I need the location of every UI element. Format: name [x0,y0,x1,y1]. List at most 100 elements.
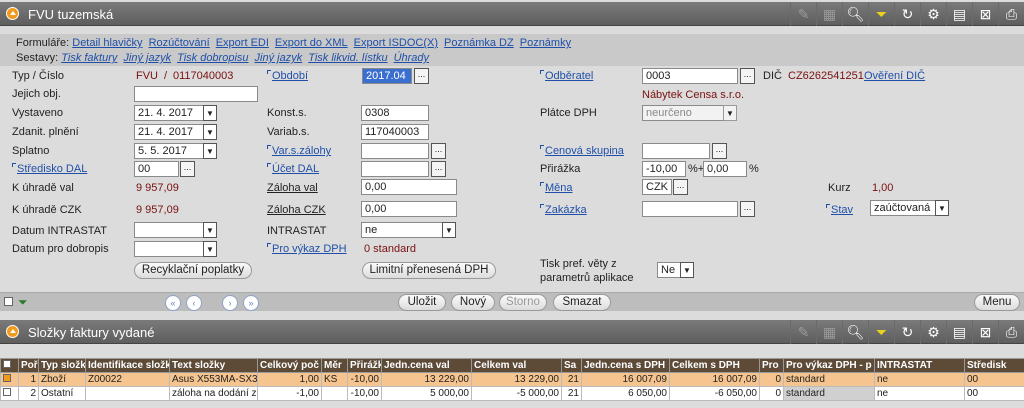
col-header[interactable]: Přirážk [347,358,382,373]
col-header[interactable]: Celkový poč [257,358,322,373]
zaloha-czk-label[interactable]: Záloha CZK [267,204,326,216]
splatno-dropdown[interactable]: ▼ [203,143,217,159]
ulozit-button[interactable]: Uložit [398,294,446,311]
prirazka2-input[interactable]: 0,00 [703,161,747,177]
link-export-xml[interactable]: Export do XML [275,37,348,49]
menu-button[interactable]: Menu [974,294,1020,311]
vystaveno-input[interactable]: 21. 4. 2017 [134,105,204,121]
zdanit-dropdown[interactable]: ▼ [203,124,217,140]
varib-input[interactable]: 117040003 [361,124,429,140]
first-record-button[interactable]: « [165,295,181,311]
col-header[interactable]: Sa [561,358,582,373]
odberatel-label[interactable]: Odběratel [540,70,593,82]
link-uhrady[interactable]: Úhrady [394,52,429,64]
splatno-input[interactable]: 5. 5. 2017 [134,143,204,159]
row-select[interactable] [0,386,19,401]
link-jiny-jazyk-2[interactable]: Jiný jazyk [255,52,303,64]
dobropis-dropdown[interactable]: ▼ [203,241,217,257]
recyklacni-button[interactable]: Recyklační poplatky [134,262,252,279]
items-filter-icon[interactable]: ⏷ [868,320,894,344]
konst-input[interactable]: 0308 [361,105,429,121]
link-jiny-jazyk-1[interactable]: Jiný jazyk [123,52,171,64]
excel-icon[interactable]: ⊠ [972,2,998,26]
table-row[interactable]: 1 Zboží Z00022 Asus X553MA-SX37 1,00 KS … [0,372,1024,387]
search-icon[interactable]: 🔍︎ [842,2,868,26]
items-excel-icon[interactable]: ⊠ [972,320,998,344]
novy-button[interactable]: Nový [451,294,495,311]
varzal-input[interactable] [361,143,429,159]
items-collapse-icon[interactable] [6,325,19,338]
zaloha-czk-input[interactable]: 0,00 [361,201,457,217]
odberatel-input[interactable]: 0003 [642,68,738,84]
cenova-input[interactable] [642,143,710,159]
varzal-browse-button[interactable]: ... [431,143,446,159]
table-row[interactable]: 2 Ostatní záloha na dodání zb -1,00 -10,… [0,386,1024,401]
platce-dropdown[interactable]: ▼ [723,105,737,121]
col-header[interactable]: Pro výkaz DPH - p [783,358,875,373]
stredisko-browse-button[interactable]: ... [180,161,195,177]
prirazka-input[interactable]: -10,00 [642,161,686,177]
stredisko-label[interactable]: Středisko DAL [12,163,87,175]
items-print-icon[interactable]: ⎙ [998,320,1024,344]
col-header[interactable]: Text složky [169,358,258,373]
dobropis-input[interactable] [134,241,204,257]
intrastat-dropdown[interactable]: ▼ [442,222,456,238]
link-export-edi[interactable]: Export EDI [216,37,269,49]
next-record-button[interactable]: › [222,295,238,311]
settings-icon[interactable]: ⚙ [920,2,946,26]
items-document-icon[interactable]: ▤ [946,320,972,344]
select-checkbox[interactable] [4,297,13,306]
zaloha-val-input[interactable]: 0,00 [361,179,457,195]
filter-check-icon[interactable]: ⏷ [18,295,28,310]
col-header[interactable]: Měr [321,358,348,373]
stav-select[interactable]: zaúčtovaná [870,200,936,216]
header-select[interactable] [0,358,19,373]
edit-icon[interactable]: ✎ [790,2,816,26]
cenova-browse-button[interactable]: ... [712,143,727,159]
col-header[interactable]: INTRASTAT [874,358,965,373]
tisk-dropdown[interactable]: ▼ [680,262,694,278]
overeni-dic-link[interactable]: Ověření DIČ [864,70,925,82]
col-header[interactable]: Pro [759,358,784,373]
collapse-icon[interactable] [6,7,19,20]
items-settings-icon[interactable]: ⚙ [920,320,946,344]
document-icon[interactable]: ▤ [946,2,972,26]
col-header[interactable]: Identifikace složk [85,358,170,373]
col-header[interactable]: Celkem val [471,358,562,373]
ucet-browse-button[interactable]: ... [431,161,446,177]
mena-input[interactable]: CZK [642,179,672,195]
cenova-label[interactable]: Cenová skupina [540,145,624,157]
filter-icon[interactable]: ⏷ [868,2,894,26]
mena-label[interactable]: Měna [540,182,573,194]
link-tisk-faktury[interactable]: Tisk faktury [61,52,117,64]
items-edit-icon[interactable]: ✎ [790,320,816,344]
refresh-icon[interactable]: ↻ [894,2,920,26]
link-detail-hlavicky[interactable]: Detail hlavičky [72,37,142,49]
obdobi-browse-button[interactable]: ... [414,68,429,84]
link-tisk-likvid[interactable]: Tisk likvid. lístku [308,52,387,64]
col-header[interactable]: Poř [18,358,39,373]
col-header[interactable]: Jedn.cena s DPH [581,358,670,373]
stav-dropdown[interactable]: ▼ [935,200,949,216]
prev-record-button[interactable]: ‹ [186,295,202,311]
col-header[interactable]: Jedn.cena val [381,358,472,373]
col-header[interactable]: Celkem s DPH [669,358,760,373]
zakazka-label[interactable]: Zakázka [540,204,587,216]
zaloha-val-label[interactable]: Záloha val [267,182,318,194]
vystaveno-dropdown[interactable]: ▼ [203,105,217,121]
intrastat-date-input[interactable] [134,222,204,238]
obdobi-label[interactable]: Období [267,70,308,82]
jejich-obj-input[interactable] [134,86,258,102]
link-poznamka-dz[interactable]: Poznámka DZ [444,37,514,49]
tisk-select[interactable]: Ne [657,262,681,278]
ucet-label[interactable]: Účet DAL [267,163,319,175]
table-icon[interactable]: ▦ [816,2,842,26]
limitni-button[interactable]: Limitní přenesená DPH [362,262,496,279]
items-refresh-icon[interactable]: ↻ [894,320,920,344]
varzal-label[interactable]: Var.s.zálohy [267,145,331,157]
odberatel-browse-button[interactable]: ... [740,68,755,84]
platce-select[interactable]: neurčeno [642,105,724,121]
link-rozuctovani[interactable]: Rozúčtování [149,37,210,49]
stredisko-input[interactable]: 00 [134,161,179,177]
row-select[interactable] [0,372,19,387]
